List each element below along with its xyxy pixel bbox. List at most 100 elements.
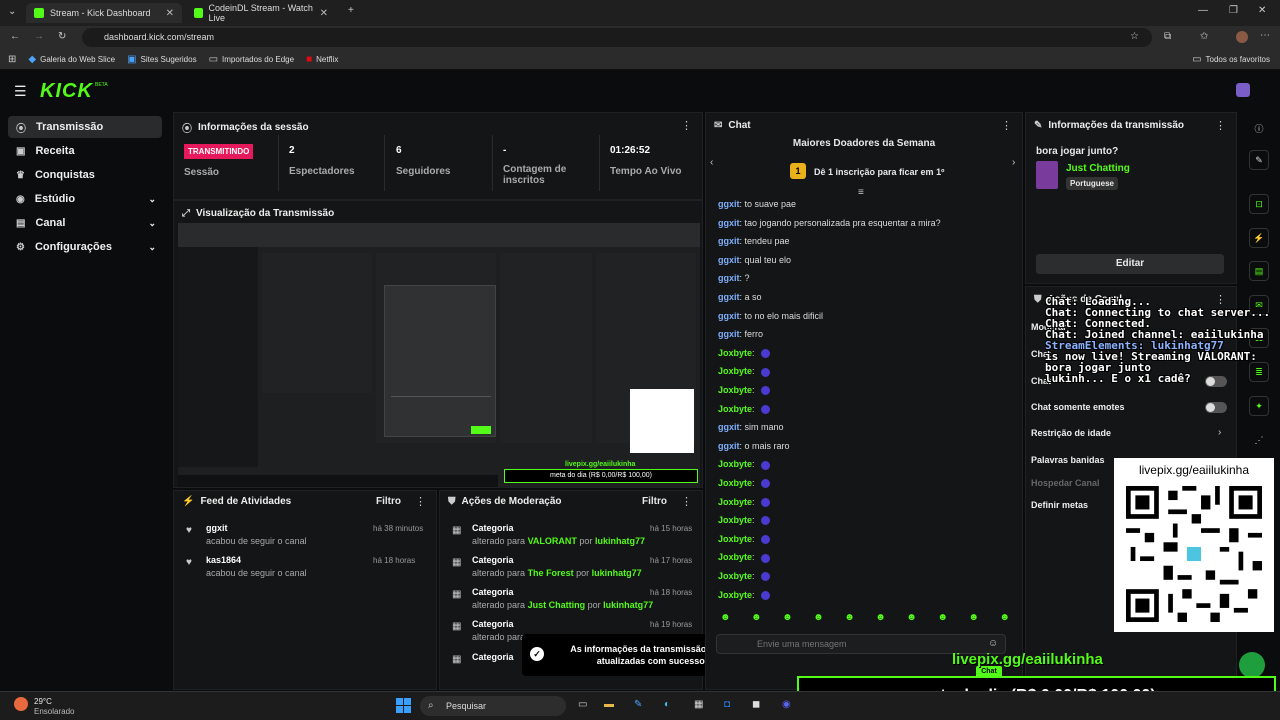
kebab-menu-icon[interactable]: ⋮ [681,495,692,508]
chat-username[interactable]: Joxbyte [718,571,752,581]
maximize-icon[interactable]: ❐ [1229,5,1238,16]
emote-icon[interactable]: ☻ [751,612,762,626]
bookmark-suggested-sites[interactable]: ▣ Sites Sugeridos [127,54,196,65]
sidebar-item-estudio[interactable]: ◉ Estúdio ⌄ [8,188,162,210]
emote-icon[interactable]: ☻ [782,612,793,626]
chat-username[interactable]: Joxbyte [718,515,752,525]
emote-icon[interactable]: ☻ [844,612,855,626]
emote-icon[interactable]: ☻ [813,612,824,626]
chat-username[interactable]: Joxbyte [718,497,752,507]
target-icon[interactable]: ⊡ [1249,194,1269,214]
chevron-right-icon[interactable]: › [1012,157,1015,168]
wrench-icon[interactable]: ✦ [1249,396,1269,416]
edge-icon[interactable]: ◐ [664,699,670,710]
kebab-menu-icon[interactable]: ⋮ [1215,119,1226,132]
collapse-icon[interactable]: ≡ [858,187,864,198]
window-close-icon[interactable]: ✕ [1258,5,1266,16]
apps-icon[interactable]: ⊞ [8,54,16,65]
kebab-menu-icon[interactable]: ⋮ [1001,119,1012,132]
discord-icon[interactable]: ◉ [782,699,791,710]
extensions-icon[interactable]: ⧉ [1164,31,1171,42]
chevron-right-icon[interactable]: › [1218,427,1221,438]
setting-goals[interactable]: Definir metas [1031,500,1088,510]
kebab-menu-icon[interactable]: ⋮ [415,495,426,508]
emote-icon[interactable]: ☻ [875,612,886,626]
profile-avatar[interactable] [1236,31,1248,43]
close-icon[interactable]: ✕ [320,8,328,19]
task-view-icon[interactable]: ▭ [578,699,587,710]
moderation-filter-button[interactable]: Filtro [642,496,667,507]
sidebar-item-transmissao[interactable]: ⦿ Transmissão [8,116,162,138]
app-icon[interactable]: ✎ [634,699,642,710]
back-icon[interactable]: ← [10,31,20,42]
user-avatar[interactable] [1236,83,1250,97]
chevron-left-icon[interactable]: ‹ [710,157,713,168]
all-favorites-folder[interactable]: ▭ Todos os favoritos [1192,54,1270,65]
chat-username[interactable]: Joxbyte [718,552,752,562]
chat-username[interactable]: Joxbyte [718,478,752,488]
chat-username[interactable]: Joxbyte [718,459,752,469]
kick-logo[interactable]: KICK [40,80,93,103]
favorites-icon[interactable]: ✩ [1200,31,1208,42]
weather-temp[interactable]: 29°C [34,697,52,706]
reload-icon[interactable]: ↻ [58,31,66,42]
forward-icon[interactable]: → [34,31,44,42]
chat-username[interactable]: Joxbyte [718,590,752,600]
emoji-picker-icon[interactable]: ☺ [988,638,998,649]
chat-username[interactable]: Joxbyte [718,366,752,376]
tab-menu-icon[interactable]: ⌄ [8,6,16,17]
store-icon[interactable]: ▦ [694,699,703,710]
more-icon[interactable]: ⋯ [1260,30,1270,41]
minimize-icon[interactable]: — [1198,5,1208,16]
chat-username[interactable]: Joxbyte [718,404,752,414]
share-icon[interactable]: ⋰ [1249,430,1269,450]
bolt-icon[interactable]: ⚡ [1249,228,1269,248]
taskbar-search[interactable]: ⌕ Pesquisar [420,696,566,716]
new-tab-icon[interactable]: + [348,5,354,16]
windows-start-icon[interactable] [396,698,412,714]
chat-username[interactable]: Joxbyte [718,534,752,544]
sidebar-item-canal[interactable]: ▤ Canal ⌄ [8,212,162,234]
setting-host-channel[interactable]: Hospedar Canal [1031,478,1100,488]
chat-username[interactable]: Joxbyte [718,348,752,358]
sidebar-item-receita[interactable]: ▣ Receita [8,140,162,162]
close-icon[interactable]: ✕ [166,8,174,19]
emote-icon[interactable]: ☻ [968,612,979,626]
outlook-icon[interactable]: ◘ [724,699,730,710]
stream-video[interactable]: livepix.gg/eaiilukinha meta do dia (R$ 0… [178,223,700,487]
chat-username[interactable]: ggxit [718,199,740,209]
edit-button[interactable]: Editar [1036,254,1224,274]
emote-icon[interactable]: ☻ [720,612,731,626]
chat-username[interactable]: ggxit [718,311,740,321]
pencil-icon[interactable]: ✎ [1249,150,1269,170]
setting-age-restriction[interactable]: Restrição de idade [1031,428,1111,438]
chat-username[interactable]: Joxbyte [718,385,752,395]
emote-only-toggle[interactable] [1205,402,1227,413]
bookmark-edge-imports[interactable]: ▭ Importados do Edge [209,54,295,65]
activity-filter-button[interactable]: Filtro [376,496,401,507]
setting-emote-only[interactable]: Chat somente emotes [1031,402,1125,412]
sidebar-item-conquistas[interactable]: ♛ Conquistas [8,164,162,186]
hamburger-menu-icon[interactable]: ☰ [14,83,27,100]
chat-username[interactable]: ggxit [718,292,740,302]
chat-username[interactable]: ggxit [718,236,740,246]
kebab-menu-icon[interactable]: ⋮ [681,119,692,132]
tab-codeindl-stream[interactable]: CodeinDL Stream - Watch Live ✕ [186,3,336,23]
document-icon[interactable]: ▤ [1249,261,1269,281]
chat-username[interactable]: ggxit [718,441,740,451]
file-explorer-icon[interactable]: ▬ [604,699,614,710]
emote-icon[interactable]: ☻ [937,612,948,626]
url-input[interactable]: dashboard.kick.com/stream [82,28,1152,47]
chat-username[interactable]: ggxit [718,218,740,228]
chat-username[interactable]: ggxit [718,422,740,432]
setting-banned-words[interactable]: Palavras banidas [1031,455,1105,465]
chat-username[interactable]: ggxit [718,273,740,283]
chat-username[interactable]: ggxit [718,329,740,339]
chat-username[interactable]: ggxit [718,255,740,265]
bookmark-netflix[interactable]: ■ Netflix [306,54,338,65]
sidebar-item-configuracoes[interactable]: ⚙ Configurações ⌄ [8,236,162,258]
star-icon[interactable]: ☆ [1130,31,1139,42]
info-icon[interactable]: ⓘ [1249,118,1269,138]
tab-kick-dashboard[interactable]: Stream - Kick Dashboard ✕ [26,3,182,23]
weather-desc[interactable]: Ensolarado [34,707,74,716]
